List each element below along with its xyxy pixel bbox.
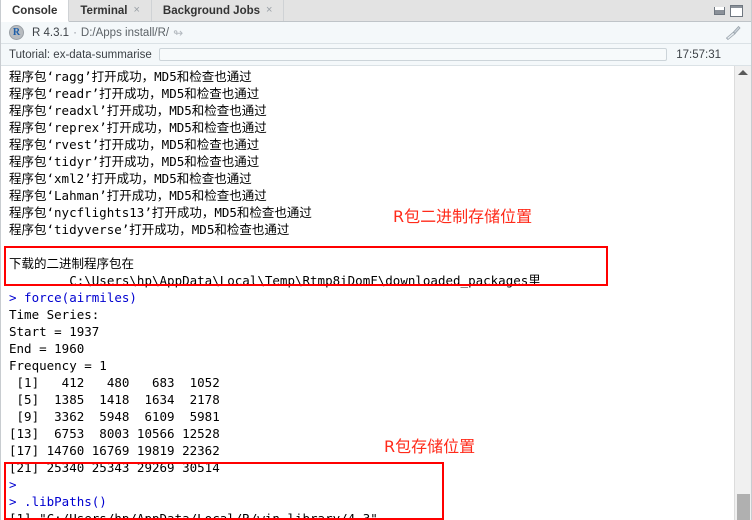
console-line: 下载的二进制程序包在 <box>9 256 135 271</box>
r-logo-icon: R <box>9 25 24 40</box>
console-line: [1] 412 480 683 1052 <box>9 375 220 390</box>
console-line: 程序包‘tidyverse’打开成功，MD5和检查也通过 <box>9 222 290 237</box>
tabbar-spacer <box>284 0 710 21</box>
console-line: 程序包‘readr’打开成功，MD5和检查也通过 <box>9 86 260 101</box>
console-line: 程序包‘nycflights13’打开成功，MD5和检查也通过 <box>9 205 312 220</box>
scroll-up-arrow-icon[interactable] <box>738 70 748 75</box>
close-icon[interactable]: × <box>266 5 272 16</box>
console-line: 程序包‘tidyr’打开成功，MD5和检查也通过 <box>9 154 260 169</box>
console-line: [9] 3362 5948 6109 5981 <box>9 409 220 424</box>
console-output-area[interactable]: 程序包‘ragg’打开成功，MD5和检查也通过 程序包‘readr’打开成功，MD… <box>1 66 751 520</box>
path-separator: · <box>73 26 77 39</box>
r-logo-letter: R <box>12 27 21 38</box>
console-line: 程序包‘rvest’打开成功，MD5和检查也通过 <box>9 137 260 152</box>
tab-console-label: Console <box>12 4 58 17</box>
pane-tabbar: Console Terminal × Background Jobs × <box>1 0 751 22</box>
annotation-package-storage: R包存储位置 <box>384 437 476 456</box>
r-working-directory[interactable]: D:/Apps install/R/ <box>81 27 169 39</box>
maximize-icon[interactable] <box>730 4 743 17</box>
tab-background-jobs-label: Background Jobs <box>162 4 261 17</box>
console-line: Time Series: <box>9 307 100 322</box>
console-line: [5] 1385 1418 1634 2178 <box>9 392 220 407</box>
tab-console[interactable]: Console <box>1 0 70 22</box>
console-line: Start = 1937 <box>9 324 100 339</box>
scrollbar-thumb[interactable] <box>737 494 750 520</box>
console-line: 程序包‘reprex’打开成功，MD5和检查也通过 <box>9 120 267 135</box>
console-line: [1] "C:/Users/hp/AppData/Local/R/win-lib… <box>9 511 378 520</box>
console-lines: 程序包‘ragg’打开成功，MD5和检查也通过 程序包‘readr’打开成功，MD… <box>1 66 727 520</box>
console-line: 程序包‘xml2’打开成功，MD5和检查也通过 <box>9 171 252 186</box>
minimize-icon[interactable] <box>714 6 725 15</box>
r-session-pathbar: R R 4.3.1 · D:/Apps install/R/ ↬ <box>1 22 751 44</box>
close-icon[interactable]: × <box>133 5 139 16</box>
console-line: 程序包‘ragg’打开成功，MD5和检查也通过 <box>9 69 252 84</box>
tab-terminal[interactable]: Terminal × <box>69 0 152 21</box>
console-line: > .libPaths() <box>9 494 107 509</box>
console-line: > force(airmiles) <box>9 290 137 305</box>
r-version-label: R 4.3.1 <box>32 26 70 39</box>
console-line: [13] 6753 8003 10566 12528 <box>9 426 220 441</box>
console-scrollbar[interactable] <box>734 66 751 520</box>
console-line: C:\Users\hp\AppData\Local\Temp\Rtmp8iDom… <box>9 273 541 288</box>
rstudio-console-pane: Console Terminal × Background Jobs × R R… <box>0 0 752 520</box>
console-line: Frequency = 1 <box>9 358 107 373</box>
tab-background-jobs[interactable]: Background Jobs × <box>152 0 285 21</box>
console-line: [17] 14760 16769 19819 22362 <box>9 443 220 458</box>
open-directory-arrow-icon[interactable]: ↬ <box>173 27 183 39</box>
tab-terminal-label: Terminal <box>80 4 128 17</box>
broom-icon[interactable] <box>724 25 742 41</box>
annotation-binary-storage: R包二进制存储位置 <box>393 207 533 226</box>
console-line: 程序包‘Lahman’打开成功，MD5和检查也通过 <box>9 188 267 203</box>
session-time: 17:57:31 <box>676 48 721 61</box>
console-line: 程序包‘readxl’打开成功，MD5和检查也通过 <box>9 103 267 118</box>
console-line: End = 1960 <box>9 341 85 356</box>
tutorial-label: Tutorial: ex-data-summarise <box>9 48 152 61</box>
console-line: [21] 25340 25343 29269 30514 <box>9 460 220 475</box>
console-line: > <box>9 477 25 492</box>
tutorial-bar: Tutorial: ex-data-summarise 17:57:31 <box>1 44 751 66</box>
tutorial-progress-field[interactable] <box>158 48 668 61</box>
window-controls <box>710 0 751 21</box>
